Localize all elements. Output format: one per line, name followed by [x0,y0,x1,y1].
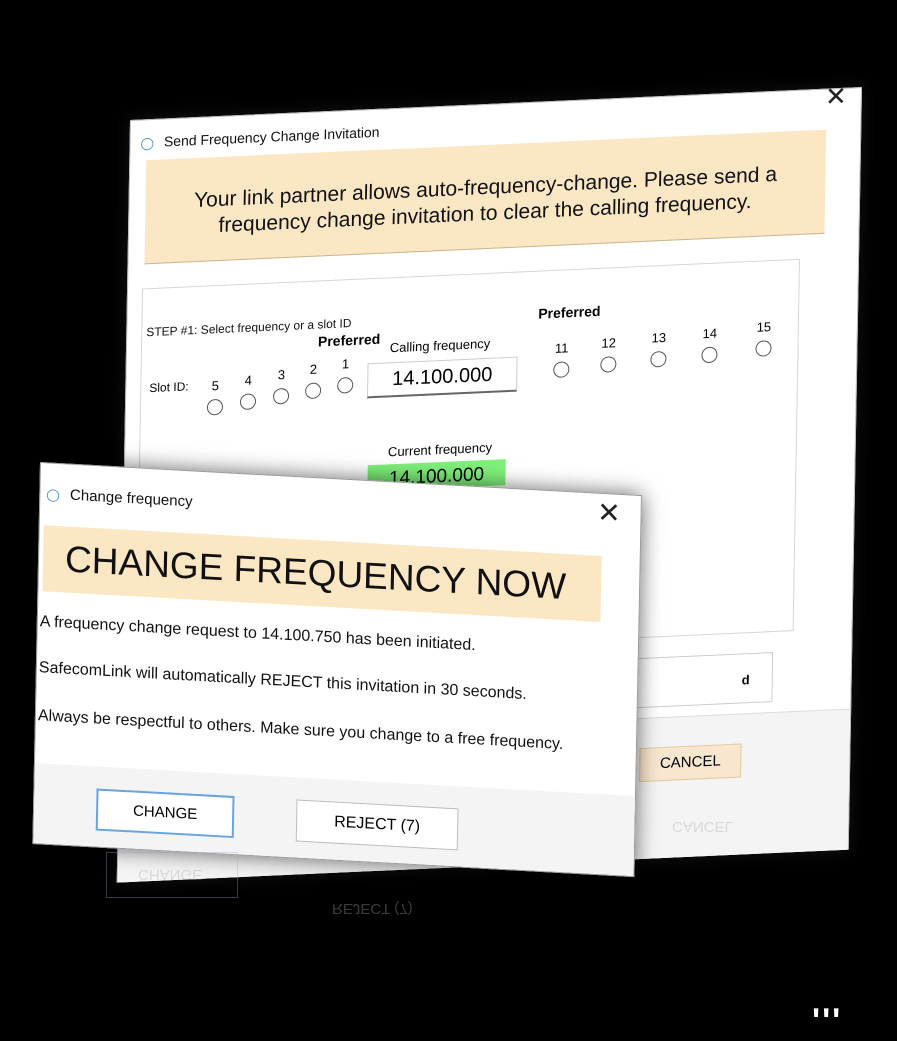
radio-button[interactable] [553,361,570,378]
preferred-label-left: Preferred [317,330,381,350]
radio-button[interactable] [701,346,718,364]
request-message: A frequency change request to 14.100.750… [39,613,476,655]
slot-number: 11 [554,340,569,356]
back-dialog-titlebar: ◯ Send Frequency Change Invitation [140,124,379,151]
radio-button[interactable] [206,398,224,416]
radio-button[interactable] [600,356,617,373]
front-dialog-title: Change frequency [69,486,193,511]
radio-button[interactable] [272,387,290,405]
slot-3-radio[interactable]: 3 [269,367,294,405]
calling-frequency-value: 14.100.000 [366,356,518,399]
close-icon[interactable]: ✕ [825,81,847,113]
preferred-label-right: Preferred [538,302,601,322]
app-logo-icon: ◯ [46,487,60,503]
slot-number: 12 [601,335,617,351]
slot-12-radio[interactable]: 12 [596,335,621,373]
slot-1-radio[interactable]: 1 [333,356,358,394]
cancel-button[interactable]: CANCEL [639,743,742,783]
slot-number: 13 [651,329,667,346]
radio-button[interactable] [304,382,322,400]
cancel-reflection-text: CANCEL [672,818,733,835]
invitation-banner: Your link partner allows auto-frequency-… [144,129,827,265]
close-icon[interactable]: ✕ [597,496,621,530]
change-reflection-text: CHANGE [138,866,203,883]
radio-button[interactable] [650,350,667,368]
change-frequency-now-banner: CHANGE FREQUENCY NOW [42,525,602,622]
respect-message: Always be respectful to others. Make sur… [37,707,564,754]
slot-13-radio[interactable]: 13 [646,330,671,368]
app-logo-icon: ◯ [140,135,155,151]
field-text-fragment: d [741,672,750,688]
slot-2-radio[interactable]: 2 [301,361,326,400]
corner-glyphs: ʹʹʹ [812,1002,843,1040]
reject-button[interactable]: REJECT (7) [295,799,459,851]
slot-number: 2 [309,361,318,377]
front-dialog-titlebar: ◯ Change frequency [46,485,193,511]
slot-number: 14 [702,325,718,342]
reject-reflection-text: REJECT (7) [332,900,413,917]
current-frequency-label: Current frequency [387,439,493,460]
radio-button[interactable] [337,376,354,394]
slot-14-radio[interactable]: 14 [697,325,722,364]
back-dialog-title: Send Frequency Change Invitation [163,123,380,150]
slot-number: 5 [211,377,220,394]
slot-4-radio[interactable]: 4 [236,372,261,411]
change-frequency-dialog: ◯ Change frequency ✕ CHANGE FREQUENCY NO… [32,462,643,878]
slot-number: 4 [244,372,253,388]
slot-number: 3 [277,367,286,383]
slot-15-radio[interactable]: 15 [751,319,776,357]
change-button[interactable]: CHANGE [95,788,235,839]
auto-reject-message: SafecomLink will automatically REJECT th… [38,659,527,704]
slot-number: 15 [756,319,772,335]
radio-button[interactable] [755,340,772,357]
calling-frequency-label: Calling frequency [389,335,491,356]
slot-number: 1 [341,356,350,372]
radio-button[interactable] [239,393,257,411]
slot-id-label: Slot ID: [149,379,189,396]
slot-11-radio[interactable]: 11 [549,340,574,378]
slot-5-radio[interactable]: 5 [203,378,228,416]
